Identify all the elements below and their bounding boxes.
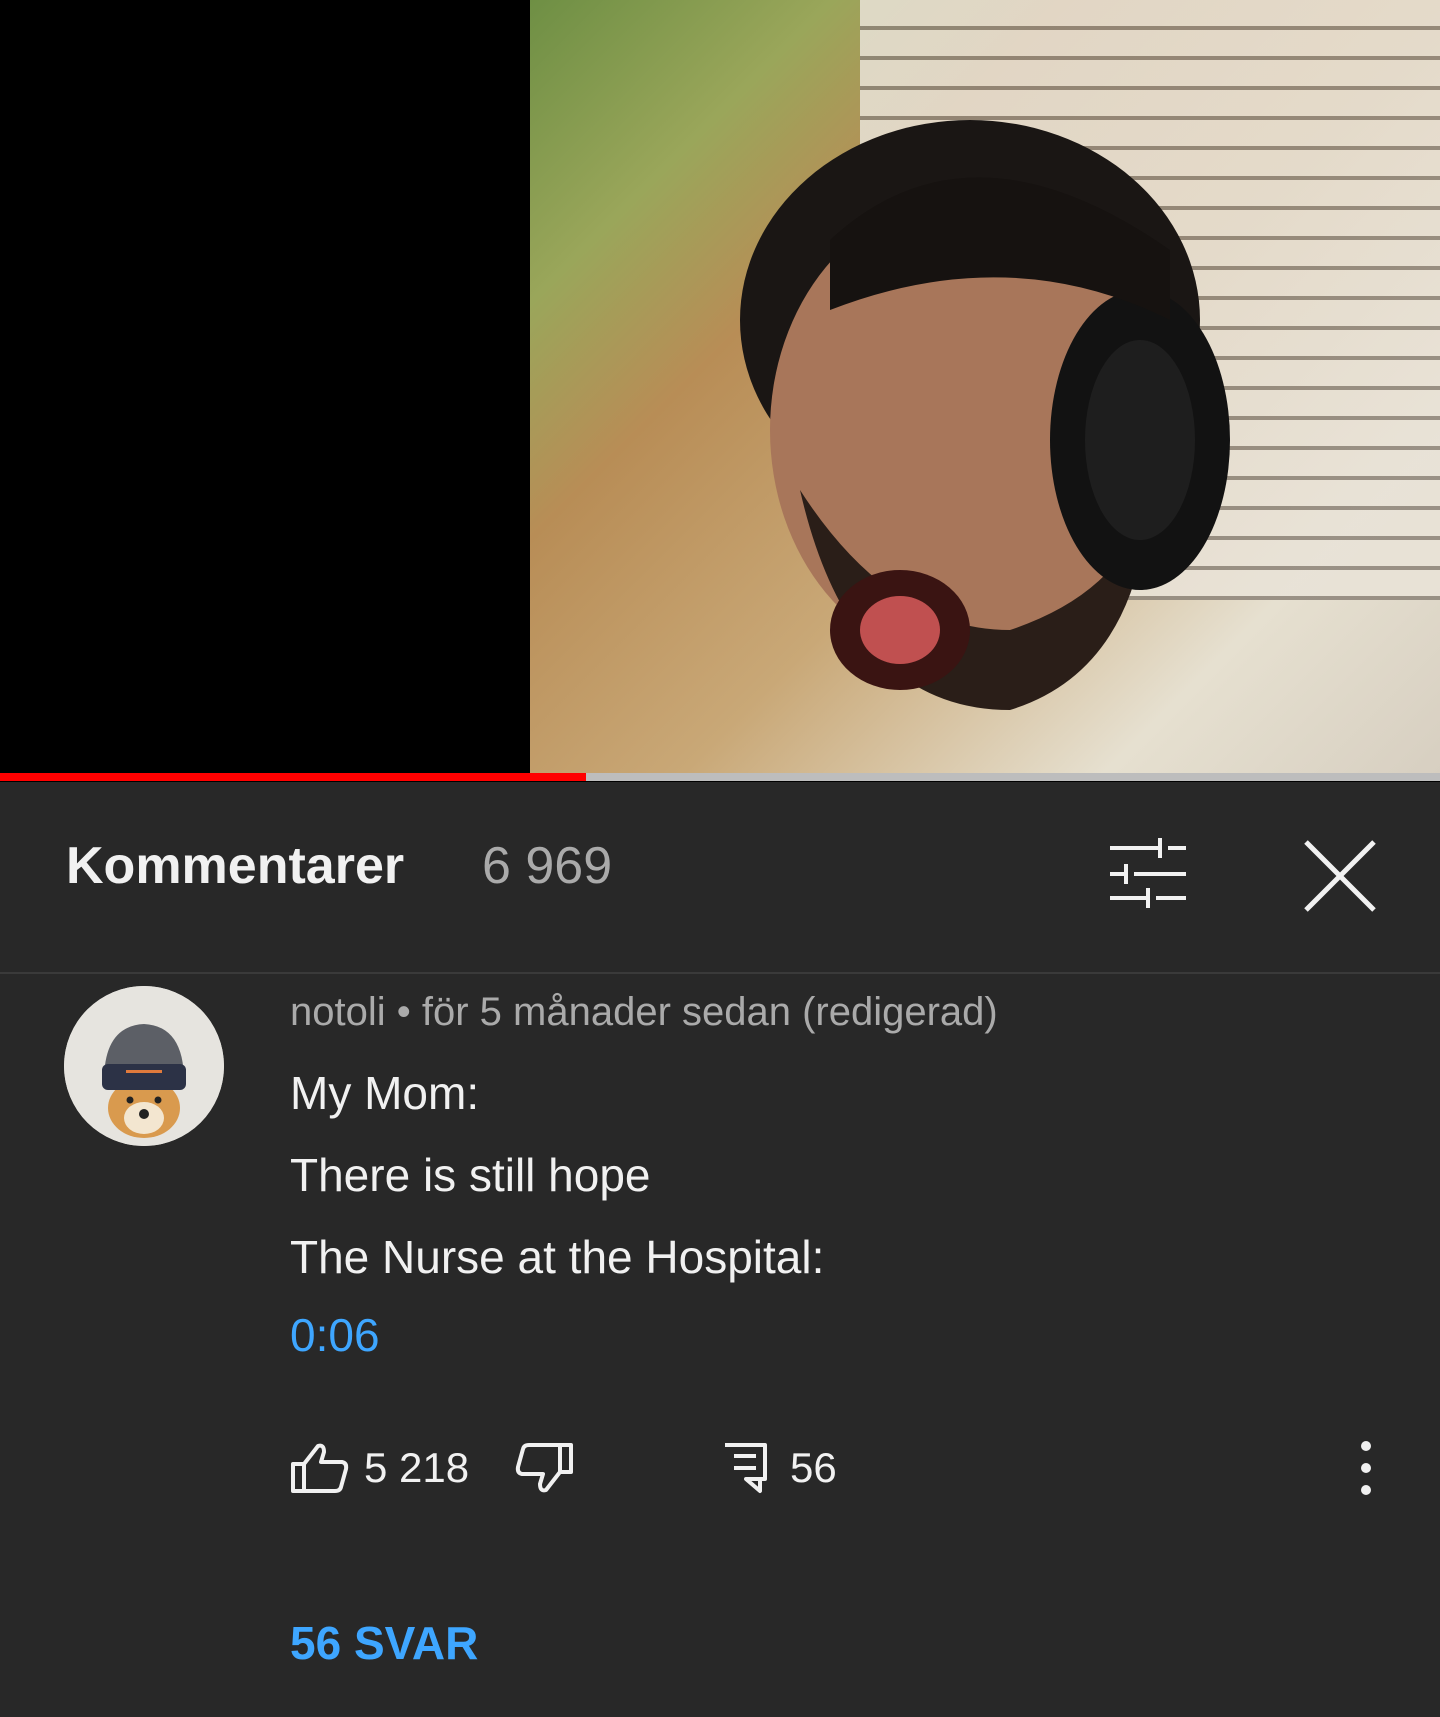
comments-title: Kommentarer xyxy=(66,837,405,895)
person-image xyxy=(740,120,1230,710)
reply-button[interactable]: 56 xyxy=(722,1436,837,1500)
comment-time: för 5 månader sedan (redigerad) xyxy=(421,990,998,1034)
header-divider xyxy=(0,972,1440,974)
comment-meta: notoli • för 5 månader sedan (redigerad) xyxy=(290,990,998,1035)
progress-fill xyxy=(0,773,587,781)
doge-beanie-avatar-icon xyxy=(64,986,224,1146)
like-count: 5 218 xyxy=(364,1444,470,1491)
video-frame xyxy=(530,0,1440,774)
comments-count: 6 969 xyxy=(482,837,613,895)
close-icon xyxy=(1304,840,1376,912)
comment-line: The Nurse at the Hospital: xyxy=(290,1231,825,1283)
filter-button[interactable] xyxy=(1108,838,1188,910)
comment-author[interactable]: notoli xyxy=(290,990,386,1034)
timestamp-link[interactable]: 0:06 xyxy=(290,1308,380,1362)
comment-icon xyxy=(725,1443,767,1493)
dislike-button[interactable] xyxy=(514,1436,574,1500)
avatar[interactable] xyxy=(64,986,224,1146)
comment-line: My Mom: xyxy=(290,1067,480,1119)
close-button[interactable] xyxy=(1302,838,1378,914)
progress-bar[interactable] xyxy=(0,773,1440,781)
view-replies-link[interactable]: 56 SVAR xyxy=(290,1616,478,1670)
reply-count: 56 xyxy=(790,1444,837,1491)
like-button[interactable]: 5 218 xyxy=(290,1436,469,1500)
more-options-button[interactable] xyxy=(1344,1436,1388,1500)
more-vertical-icon xyxy=(1361,1441,1371,1495)
thumbs-down-icon xyxy=(515,1443,573,1493)
tune-icon xyxy=(1110,838,1186,908)
thumbs-up-icon xyxy=(291,1443,349,1493)
meta-separator: • xyxy=(385,990,422,1034)
video-player[interactable] xyxy=(0,0,1440,782)
comment-line: There is still hope xyxy=(290,1149,651,1201)
